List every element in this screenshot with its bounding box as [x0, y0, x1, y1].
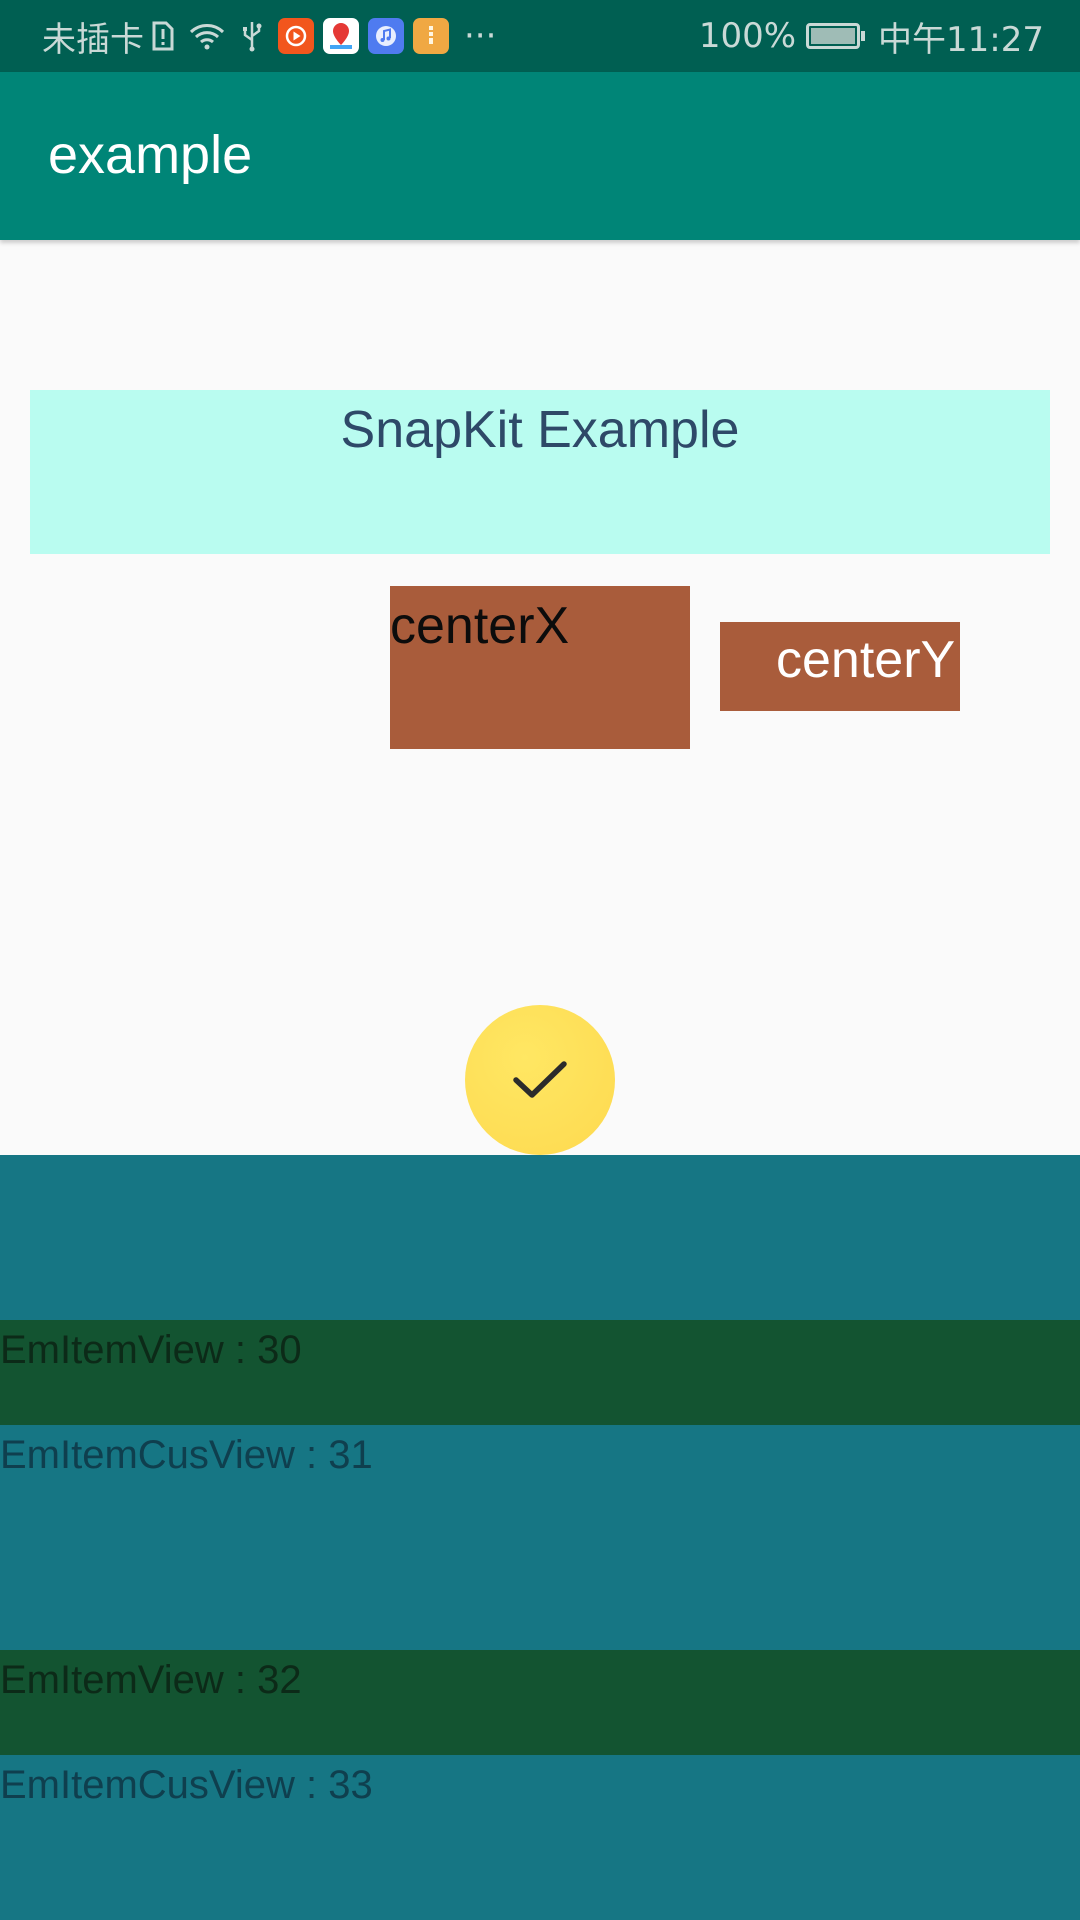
- carrier-label: 未插卡: [42, 19, 144, 60]
- checkmark-icon: [513, 1061, 567, 1098]
- snapkit-banner: SnapKit Example: [30, 390, 1050, 554]
- status-right: 100% 中午11:27: [699, 0, 1044, 72]
- list-item[interactable]: EmItemCusView : 33: [0, 1755, 1080, 1920]
- status-bar: 未插卡 ··· 100% 中午11:27: [0, 0, 1080, 72]
- music-app-icon: [368, 18, 404, 54]
- centery-label: centerY: [776, 631, 956, 689]
- centerx-label: centerX: [390, 597, 570, 655]
- wifi-icon: [188, 21, 226, 51]
- overflow-indicator: ···: [464, 16, 497, 56]
- list-item[interactable]: EmItemView : 30: [0, 1320, 1080, 1425]
- battery-percent: 100%: [698, 16, 797, 56]
- app-bar: example: [0, 72, 1080, 240]
- list-item-label: EmItemView : 32: [0, 1658, 302, 1702]
- status-left: 未插卡 ···: [42, 0, 496, 72]
- video-app-icon: [278, 18, 314, 54]
- banner-title: SnapKit Example: [340, 401, 740, 459]
- battery-icon: [806, 23, 866, 49]
- list-item-label: EmItemCusView : 33: [0, 1763, 373, 1807]
- list-item-label: EmItemCusView : 31: [0, 1433, 373, 1477]
- file-app-icon: [413, 18, 449, 54]
- usb-icon: [240, 20, 264, 52]
- centery-box: centerY: [720, 622, 960, 711]
- list-area[interactable]: EmItemView : 30 EmItemCusView : 31 EmIte…: [0, 1155, 1080, 1920]
- maps-app-icon: [323, 18, 359, 54]
- app-title: example: [48, 125, 253, 185]
- centerx-box: centerX: [390, 586, 690, 749]
- list-item-label: EmItemView : 30: [0, 1328, 302, 1372]
- clock: 中午11:27: [878, 19, 1044, 60]
- sim-alert-icon: [152, 21, 174, 51]
- list-item[interactable]: EmItemView : 32: [0, 1650, 1080, 1755]
- list-item[interactable]: EmItemCusView : 31: [0, 1425, 1080, 1650]
- check-fab-button[interactable]: [465, 1005, 615, 1155]
